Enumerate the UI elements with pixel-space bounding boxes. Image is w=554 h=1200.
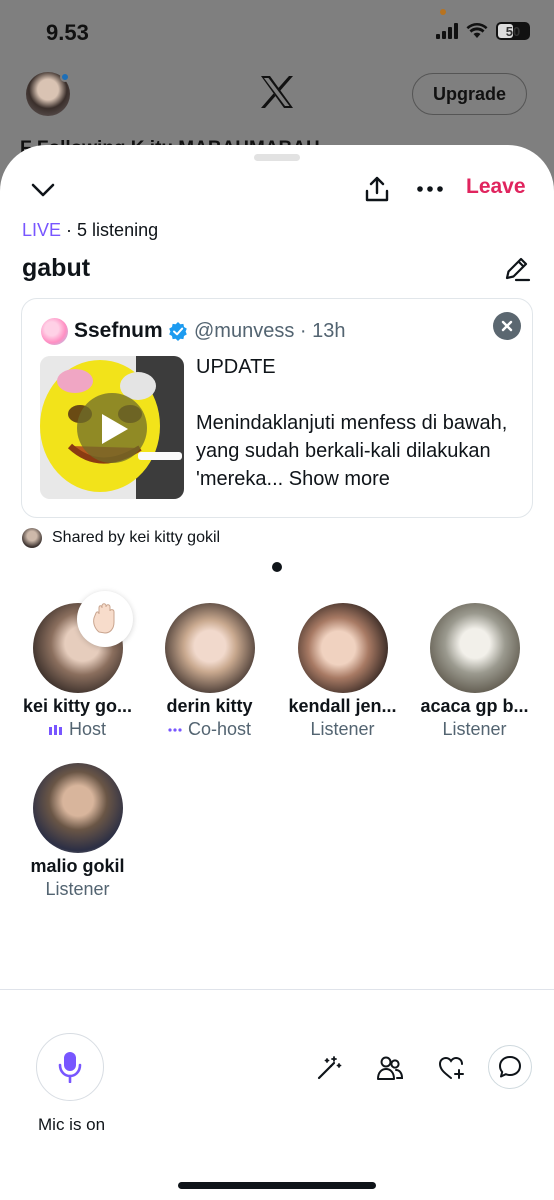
- play-icon[interactable]: [98, 412, 130, 446]
- live-label: LIVE: [22, 220, 62, 240]
- profile-avatar[interactable]: [26, 72, 70, 116]
- participant-name: derin kitty: [166, 696, 253, 716]
- mic-toggle-button[interactable]: [36, 1033, 104, 1101]
- notification-dot: [60, 72, 70, 82]
- verified-badge-icon: [169, 322, 187, 341]
- tweet-text: UPDATE Menindaklanjuti menfess di bawah,…: [196, 353, 514, 493]
- speaking-bars-icon: [48, 724, 62, 735]
- share-icon[interactable]: [362, 173, 392, 205]
- mic-status-label: Mic is on: [38, 1115, 106, 1134]
- people-icon[interactable]: [373, 1052, 407, 1084]
- space-sheet: Leave LIVE · 5 listening gabut Ssefnum @…: [0, 145, 554, 1200]
- participant-listener[interactable]: kendall jen... Listener: [276, 603, 409, 740]
- space-title: gabut: [22, 254, 91, 282]
- carousel-page-indicator: [272, 562, 282, 572]
- chat-bubble-icon: [499, 1056, 521, 1078]
- tweet-author-avatar[interactable]: [41, 318, 68, 345]
- participant-name: kei kitty go...: [22, 696, 133, 716]
- participant-role: Co-host: [143, 719, 276, 740]
- more-options-icon[interactable]: [414, 179, 446, 199]
- remove-pinned-tweet-button[interactable]: [493, 312, 521, 340]
- wifi-icon: [466, 23, 488, 38]
- participant-role: Listener: [11, 879, 144, 900]
- show-more-link[interactable]: Show more: [289, 468, 390, 490]
- magic-wand-icon[interactable]: [313, 1053, 345, 1083]
- participant-role-label: Co-host: [187, 719, 252, 739]
- participant-listener[interactable]: acaca gp b... Listener: [408, 603, 541, 740]
- shared-by-avatar: [22, 528, 42, 548]
- participant-role-label: Listener: [310, 719, 375, 739]
- muted-dots-icon: [168, 727, 182, 732]
- participant-role-label: Listener: [442, 719, 507, 739]
- participant-name: acaca gp b...: [420, 696, 529, 716]
- participant-role-label: Listener: [45, 879, 110, 899]
- avatar[interactable]: [32, 591, 133, 693]
- avatar[interactable]: [164, 603, 255, 693]
- participant-role: Host: [11, 719, 144, 740]
- listening-count: · 5 listening: [66, 220, 159, 240]
- tweet-video-thumbnail[interactable]: [40, 356, 184, 499]
- sheet-grabber[interactable]: [254, 154, 300, 161]
- chevron-down-icon[interactable]: [28, 175, 58, 205]
- home-indicator[interactable]: [178, 1182, 376, 1189]
- microphone-icon: [58, 1052, 82, 1083]
- battery-icon: 50: [496, 22, 530, 40]
- x-logo-icon: [261, 76, 293, 108]
- avatar[interactable]: [429, 603, 520, 693]
- status-icons: 50: [436, 22, 530, 40]
- participant-cohost[interactable]: derin kitty Co-host: [143, 603, 276, 740]
- tweet-text-line1: UPDATE: [196, 356, 276, 378]
- avatar[interactable]: [32, 763, 123, 853]
- participant-host[interactable]: kei kitty go... Host: [11, 591, 144, 740]
- tweet-author-name[interactable]: Ssefnum: [74, 319, 163, 343]
- status-bar: 9.53 50: [0, 0, 554, 64]
- avatar[interactable]: [297, 603, 388, 693]
- tweet-handle-time: @munvess · 13h: [194, 320, 346, 342]
- shared-by-line: Shared by kei kitty gokil: [22, 528, 220, 548]
- battery-level: 50: [505, 23, 521, 39]
- participant-role: Listener: [408, 719, 541, 740]
- controls-divider: [0, 989, 554, 990]
- upgrade-button[interactable]: Upgrade: [412, 73, 527, 115]
- leave-button[interactable]: Leave: [466, 175, 526, 199]
- participant-role-label: Host: [68, 719, 106, 739]
- shared-by-text: Shared by kei kitty gokil: [52, 529, 221, 546]
- participant-name: malio gokil: [30, 856, 125, 876]
- participant-name: kendall jen...: [288, 696, 397, 716]
- pinned-tweet-card[interactable]: Ssefnum @munvess · 13h UPDATE Menindakla…: [21, 298, 533, 518]
- edit-pencil-icon[interactable]: [500, 251, 534, 285]
- live-status: LIVE · 5 listening: [22, 220, 158, 241]
- participant-role: Listener: [276, 719, 409, 740]
- chat-bubble-button[interactable]: [488, 1045, 532, 1089]
- cellular-signal-icon: [436, 23, 458, 39]
- privacy-indicator-dot: [440, 9, 446, 15]
- status-time: 9.53: [46, 20, 89, 45]
- participant-listener[interactable]: malio gokil Listener: [11, 763, 144, 900]
- raised-hand-icon: [76, 591, 133, 647]
- heart-plus-icon[interactable]: [435, 1052, 469, 1084]
